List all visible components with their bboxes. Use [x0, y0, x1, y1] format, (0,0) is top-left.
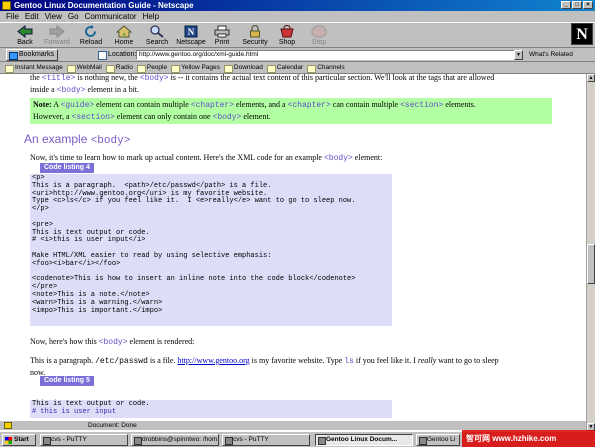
menu-communicator[interactable]: Communicator: [82, 11, 140, 22]
menu-bar: File Edit View Go Communicator Help: [0, 11, 595, 22]
reload-icon: [85, 25, 96, 37]
page-content[interactable]: the <title> is nothing new, the <body> i…: [0, 74, 586, 431]
code-listing-5-label: Code listing 5: [40, 376, 94, 386]
svg-text:N: N: [188, 27, 195, 37]
forward-arrow-icon: [49, 25, 65, 38]
netscape-logo[interactable]: N: [571, 23, 593, 45]
location-toolbar: Bookmarks Location: http://www.gentoo.or…: [0, 48, 595, 62]
close-button[interactable]: ×: [583, 1, 593, 9]
stop-button[interactable]: Stop: [304, 24, 334, 48]
back-arrow-icon: [17, 25, 33, 38]
vertical-scrollbar[interactable]: ▲ ▼: [586, 74, 595, 431]
intro-paragraph: the <title> is nothing new, the <body> i…: [30, 74, 495, 95]
netscape-button[interactable]: N Netscape: [176, 24, 206, 48]
back-button[interactable]: Back: [10, 24, 40, 48]
rendered-intro: Now, here's how this <body> element is r…: [30, 337, 195, 347]
forward-button[interactable]: Forward: [42, 24, 72, 48]
personal-toolbar: Instant Message WebMail Radio People Yel…: [0, 62, 595, 74]
start-button[interactable]: Start: [2, 434, 36, 446]
status-text: Document: Done: [88, 422, 137, 429]
reload-button[interactable]: Reload: [76, 24, 106, 48]
personal-item-download[interactable]: Download: [223, 62, 266, 73]
site-watermark: 智可网 www.hzhike.com: [462, 430, 595, 447]
personal-item-channels[interactable]: Channels: [306, 62, 347, 73]
security-button[interactable]: Security: [240, 24, 270, 48]
url-dropdown-icon[interactable]: ▼: [514, 50, 523, 60]
command-text: ls: [344, 357, 354, 366]
search-button[interactable]: Search: [142, 24, 172, 48]
personal-item-yellow-pages[interactable]: Yellow Pages: [170, 62, 223, 73]
personal-item-calendar[interactable]: Calendar: [266, 62, 306, 73]
taskbar-item-putty-1[interactable]: cvs - PuTTY: [40, 434, 128, 446]
navigation-toolbar: Back Forward Reload Home Search N Netsca…: [0, 22, 595, 48]
window-controls: _ □ ×: [561, 1, 593, 9]
code-listing-4: <p> This is a paragraph. <path>/etc/pass…: [30, 174, 392, 326]
scroll-thumb[interactable]: [587, 244, 595, 284]
personal-item-radio[interactable]: Radio: [105, 62, 136, 73]
taskbar-item-putty-2[interactable]: cvs - PuTTY: [222, 434, 310, 446]
lock-icon: [250, 25, 260, 38]
code-listing-5: This is text output or code. # this is u…: [30, 400, 392, 418]
home-icon: [116, 25, 132, 38]
whats-related-button[interactable]: What's Related: [529, 48, 573, 62]
shop-icon: [280, 25, 294, 38]
menu-go[interactable]: Go: [65, 11, 82, 22]
status-bar: Document: Done: [0, 420, 586, 430]
location-label: Location:: [98, 48, 136, 62]
path-text: /etc/passwd: [95, 357, 148, 366]
search-icon: [150, 25, 164, 38]
print-button[interactable]: Print: [207, 24, 237, 48]
minimize-button[interactable]: _: [561, 1, 571, 9]
url-input[interactable]: http://www.gentoo.org/doc/xml-guide.html: [136, 50, 520, 60]
taskbar-item-netscape-active[interactable]: Gentoo Linux Docum...: [315, 434, 413, 446]
maximize-button[interactable]: □: [572, 1, 582, 9]
menu-view[interactable]: View: [42, 11, 65, 22]
taskbar-item-terminal[interactable]: drobbins@spinntwo: /hom...: [131, 434, 219, 446]
stop-icon: [311, 25, 327, 38]
section-heading: An example <body>: [24, 132, 131, 147]
print-icon: [214, 25, 230, 38]
shop-button[interactable]: Shop: [272, 24, 302, 48]
gentoo-link[interactable]: http://www.gentoo.org: [177, 356, 249, 365]
netscape-app-icon: [2, 1, 11, 10]
personal-item-instant-message[interactable]: Instant Message: [4, 62, 66, 73]
personal-item-webmail[interactable]: WebMail: [66, 62, 105, 73]
bookmarks-button[interactable]: Bookmarks: [6, 49, 59, 61]
menu-help[interactable]: Help: [140, 11, 162, 22]
code-listing-4-label: Code listing 4: [40, 163, 94, 173]
window-title: Gentoo Linux Documentation Guide - Netsc…: [14, 1, 194, 10]
window-title-bar[interactable]: Gentoo Linux Documentation Guide - Netsc…: [0, 0, 595, 11]
menu-edit[interactable]: Edit: [22, 11, 42, 22]
note-box: Note: A <guide> element can contain mult…: [30, 98, 552, 124]
netscape-icon: N: [184, 25, 198, 38]
home-button[interactable]: Home: [109, 24, 139, 48]
taskbar-item-netscape-2[interactable]: Gentoo Li: [416, 434, 460, 446]
personal-item-people[interactable]: People: [136, 62, 170, 73]
menu-file[interactable]: File: [3, 11, 22, 22]
security-status-icon[interactable]: [4, 422, 12, 429]
rendered-paragraph: This is a paragraph. /etc/passwd is a fi…: [30, 356, 499, 377]
scroll-up-arrow-icon[interactable]: ▲: [587, 74, 595, 82]
